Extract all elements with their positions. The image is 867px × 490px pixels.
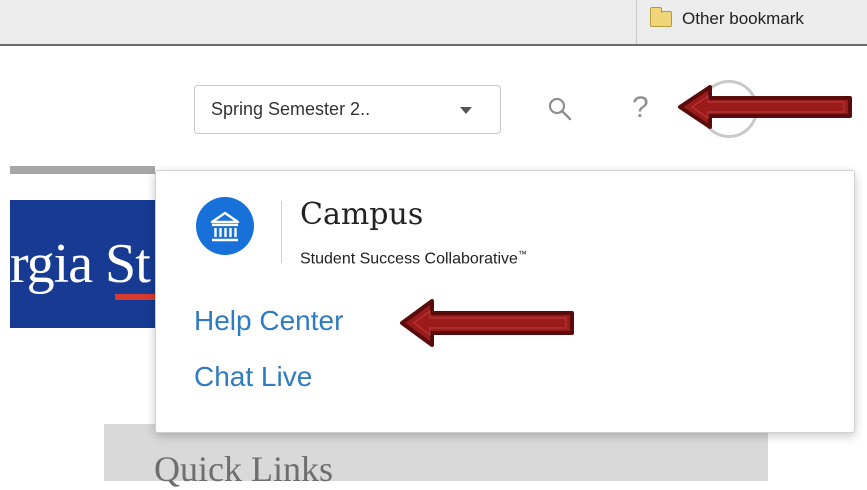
term-select[interactable]: Spring Semester 2.. (194, 85, 501, 134)
bookmarks-divider (636, 0, 637, 44)
brand-tagline: Student Success Collaborative™ (300, 249, 527, 268)
search-icon (548, 97, 572, 121)
brand-tagline-text: Student Success Collaborative (300, 250, 518, 268)
quick-links-title: Quick Links (154, 449, 333, 489)
bookmark-label: Other bookmark (682, 9, 804, 28)
avatar[interactable] (700, 80, 758, 138)
help-icon: ? (632, 91, 649, 124)
page-divider (10, 166, 155, 174)
chevron-down-icon (460, 107, 472, 114)
help-button[interactable]: ? (632, 86, 662, 130)
trademark-symbol: ™ (517, 249, 527, 259)
search-button[interactable] (540, 90, 580, 130)
help-center-link[interactable]: Help Center (194, 305, 343, 337)
brand-name: Campus (300, 197, 424, 232)
bookmark-other[interactable]: Other bookmark (650, 4, 804, 34)
school-banner-accent (115, 294, 155, 300)
bookmarks-bar: Other bookmark (0, 0, 867, 46)
school-banner: rgia St (10, 200, 155, 328)
building-icon (196, 197, 254, 255)
folder-icon (650, 7, 672, 27)
school-name: rgia St (10, 233, 151, 295)
term-select-value: Spring Semester 2.. (211, 99, 371, 119)
help-dropdown-menu: Campus Student Success Collaborative™ He… (155, 170, 855, 433)
chat-live-link[interactable]: Chat Live (194, 361, 312, 393)
brand-divider (281, 201, 282, 263)
